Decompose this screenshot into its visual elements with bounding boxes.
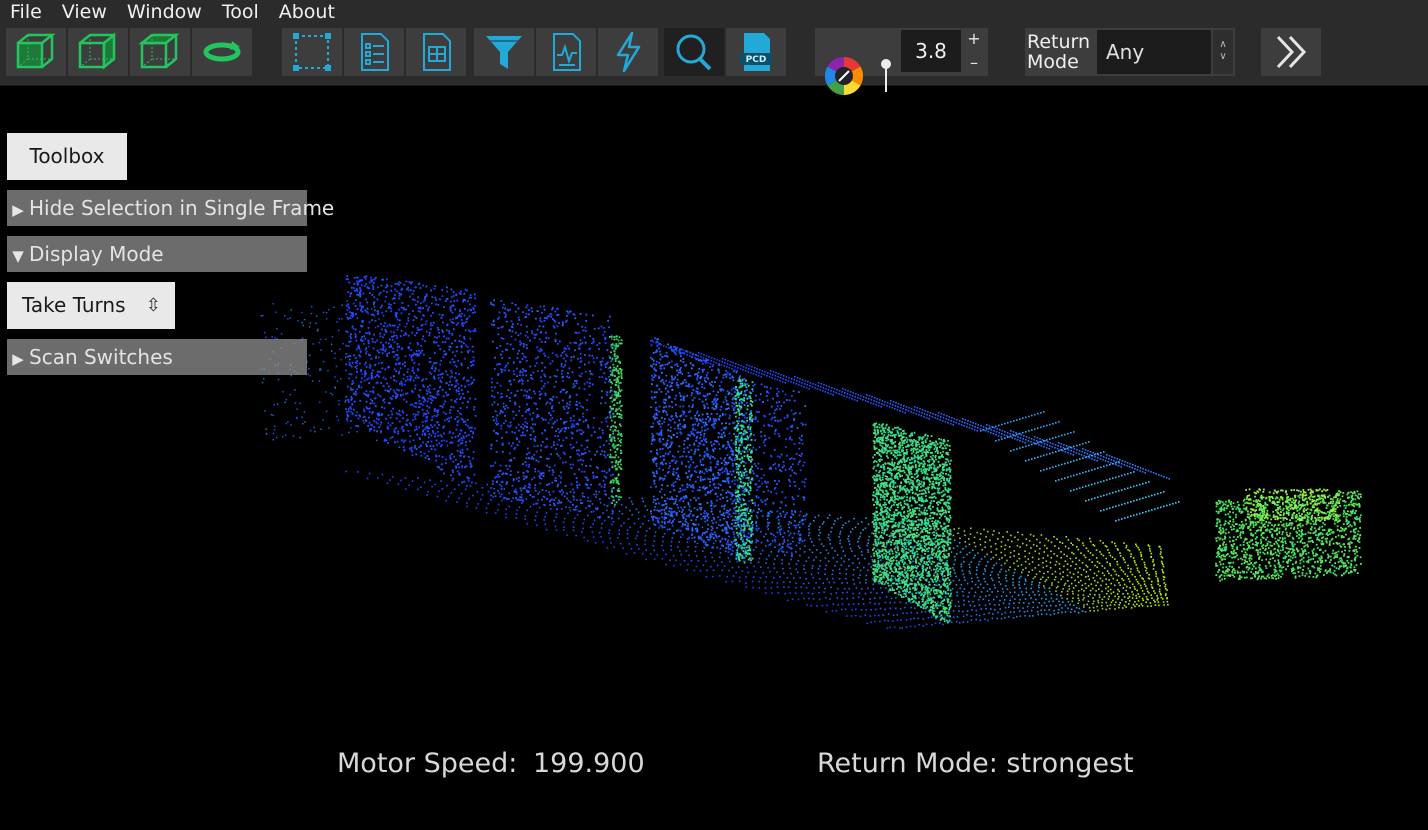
updown-chevron-icon: ⇳ <box>145 295 161 316</box>
hide-selection-label: Hide Selection in Single Frame <box>29 196 335 220</box>
return-mode-label-line2: Mode <box>1027 51 1079 73</box>
expand-triangle-icon: ▶ <box>12 350 24 368</box>
display-mode-panel-header[interactable]: ▼ Display Mode <box>7 236 307 272</box>
scan-switches-label: Scan Switches <box>29 345 173 369</box>
display-mode-label: Display Mode <box>29 242 164 266</box>
list-button[interactable] <box>344 28 404 76</box>
waveform-document-icon <box>553 33 581 71</box>
return-mode-updown-icon[interactable]: ∧ ∨ <box>1213 30 1233 74</box>
more-tools-button[interactable] <box>1261 28 1321 76</box>
lightning-button[interactable] <box>598 28 658 76</box>
select-box-button[interactable] <box>282 28 342 76</box>
search-magnifier-icon <box>676 34 712 71</box>
hide-selection-panel-header[interactable]: ▶ Hide Selection in Single Frame <box>7 190 334 226</box>
cube-top-view-icon <box>138 33 180 69</box>
point-size-decrease-button[interactable]: – <box>966 55 982 71</box>
menu-bar: File View Window Tool About <box>0 0 1428 24</box>
list-document-icon <box>361 33 389 71</box>
front-view-button[interactable] <box>6 28 66 76</box>
side-view-button[interactable] <box>68 28 128 76</box>
pcd-label: PCD <box>746 55 767 65</box>
grid-document-icon <box>423 33 451 71</box>
display-mode-select[interactable]: Take Turns ⇳ <box>7 282 175 329</box>
display-mode-value: Take Turns <box>22 293 126 317</box>
rotate-view-button[interactable] <box>192 28 252 76</box>
filter-funnel-icon <box>486 36 522 69</box>
scan-switches-panel-header[interactable]: ▶ Scan Switches <box>7 339 307 375</box>
return-mode-label: Return Mode <box>1027 32 1090 72</box>
menu-window[interactable]: Window <box>117 0 212 24</box>
return-mode-label-line1: Return <box>1027 31 1091 53</box>
cube-side-view-icon <box>78 32 116 70</box>
double-chevron-right-icon <box>1276 35 1307 69</box>
menu-about[interactable]: About <box>269 0 345 24</box>
return-mode-status: Return Mode: strongest <box>817 748 1134 779</box>
cube-front-view-icon <box>16 33 56 69</box>
point-size-increase-button[interactable]: + <box>966 31 982 47</box>
motor-speed-label: Motor Speed: <box>337 748 518 779</box>
collapse-triangle-icon: ▼ <box>12 247 24 265</box>
lightning-icon <box>616 31 641 73</box>
menu-tool[interactable]: Tool <box>212 0 269 24</box>
rotate-view-icon <box>203 41 241 62</box>
motor-speed-value: 199.900 <box>533 748 645 779</box>
menu-file[interactable]: File <box>0 0 52 24</box>
return-mode-select[interactable]: Any <box>1097 30 1211 74</box>
grid-table-button[interactable] <box>406 28 466 76</box>
selection-box-icon <box>293 33 331 71</box>
search-button[interactable] <box>664 28 724 76</box>
pcd-export-button[interactable]: PCD <box>726 28 786 76</box>
waveform-button[interactable] <box>536 28 596 76</box>
toolbox-button[interactable]: Toolbox <box>7 133 127 180</box>
pcd-file-icon: PCD <box>740 33 772 71</box>
expand-triangle-icon: ▶ <box>12 201 24 219</box>
menu-view[interactable]: View <box>52 0 117 24</box>
filter-button[interactable] <box>474 28 534 76</box>
top-view-button[interactable] <box>130 28 190 76</box>
toolbar: PCD 3.8 + – Return Mode Any ∧ ∨ <box>0 24 1428 96</box>
point-size-input[interactable]: 3.8 <box>901 30 961 72</box>
